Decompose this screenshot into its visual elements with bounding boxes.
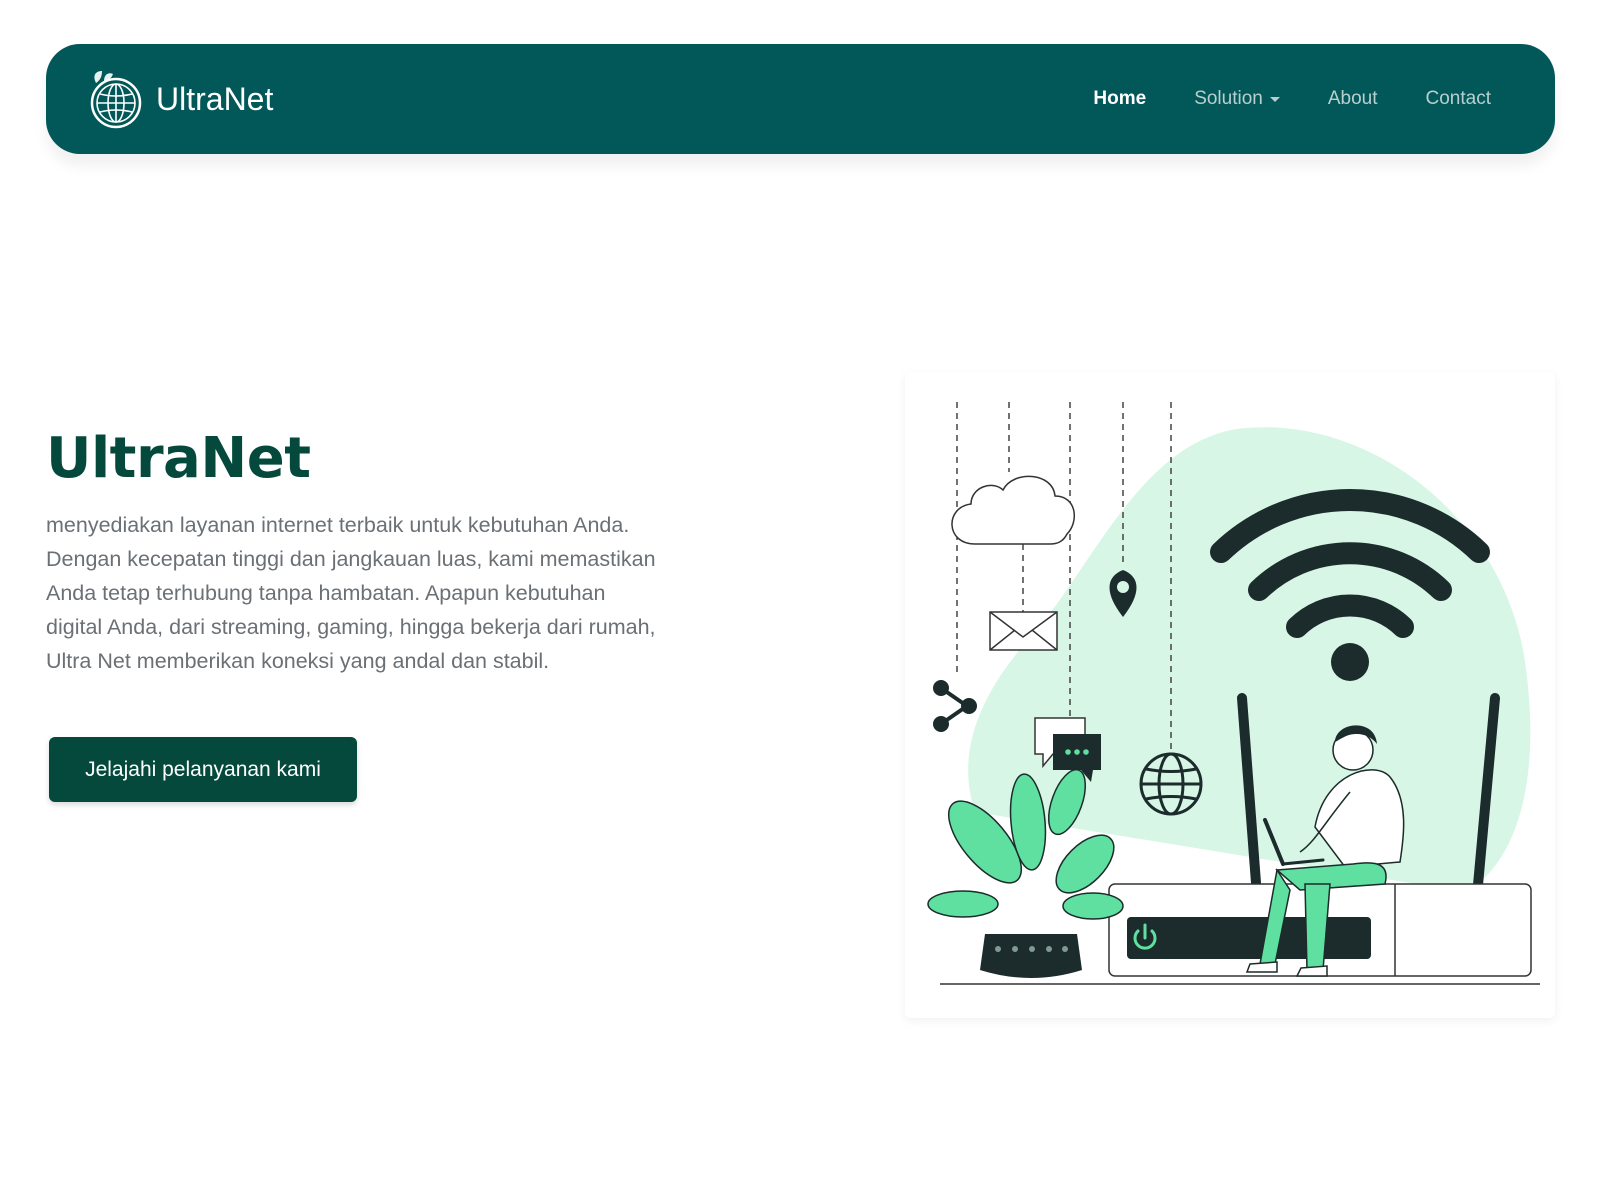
nav-link-contact[interactable]: Contact bbox=[1426, 88, 1491, 110]
nav-link-solution[interactable]: Solution bbox=[1194, 88, 1280, 110]
brand[interactable]: UltraNet bbox=[86, 69, 273, 129]
share-icon bbox=[933, 680, 977, 732]
navbar: UltraNet Home Solution About Contact bbox=[46, 44, 1555, 154]
globe-leaf-logo bbox=[90, 71, 142, 129]
hero-description: menyediakan layanan internet terbaik unt… bbox=[46, 513, 656, 673]
explore-services-button[interactable]: Jelajahi pelanyanan kami bbox=[49, 737, 357, 802]
nav-link-solution-label: Solution bbox=[1194, 88, 1263, 109]
caret-down-icon bbox=[1269, 96, 1280, 102]
brand-name: UltraNet bbox=[156, 80, 274, 117]
nav-links: Home Solution About Contact bbox=[1093, 88, 1491, 110]
hero-illustration bbox=[905, 372, 1555, 1018]
nav-link-about[interactable]: About bbox=[1328, 88, 1378, 110]
hero-title: UltraNet bbox=[46, 426, 311, 491]
nav-link-home[interactable]: Home bbox=[1093, 88, 1146, 110]
envelope-icon bbox=[989, 611, 1058, 651]
cloud-icon bbox=[951, 475, 1075, 545]
